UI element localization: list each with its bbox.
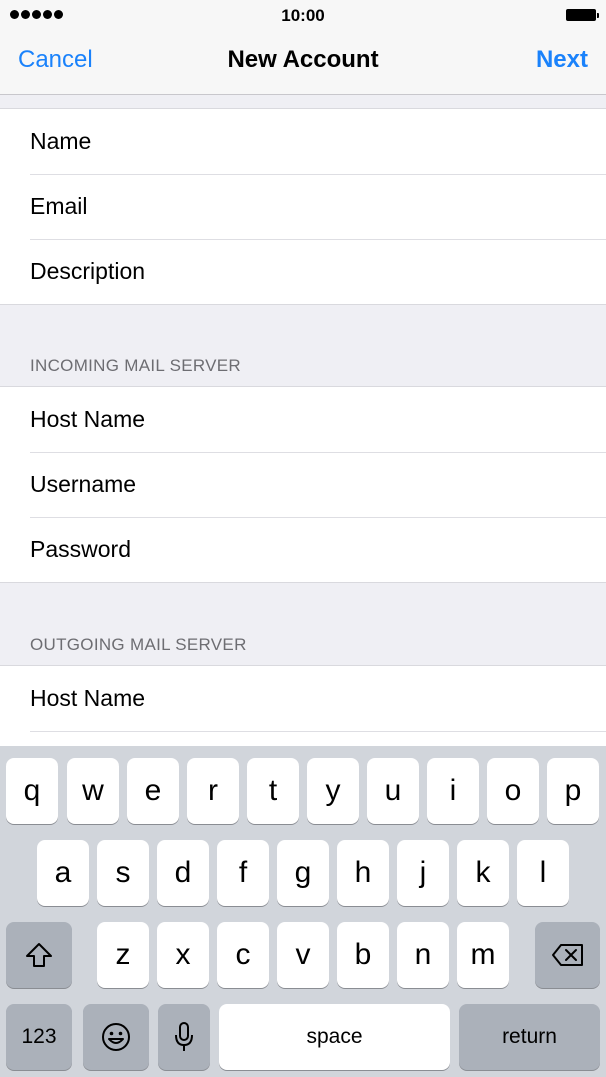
status-bar: 10:00 bbox=[0, 0, 606, 30]
delete-key[interactable] bbox=[535, 922, 600, 988]
email-field-label: Email bbox=[30, 193, 88, 219]
key-k[interactable]: k bbox=[457, 840, 509, 906]
cancel-button[interactable]: Cancel bbox=[18, 46, 93, 74]
outgoing-server-header: OUTGOING MAIL SERVER bbox=[30, 635, 247, 654]
status-time: 10:00 bbox=[281, 6, 325, 25]
dictation-key[interactable] bbox=[158, 1004, 210, 1070]
navigation-bar: Cancel New Account Next bbox=[0, 30, 606, 95]
key-l[interactable]: l bbox=[517, 840, 569, 906]
key-c[interactable]: c bbox=[217, 922, 269, 988]
incoming-server-header: INCOMING MAIL SERVER bbox=[30, 356, 241, 375]
description-field[interactable]: Description bbox=[0, 239, 606, 304]
key-d[interactable]: d bbox=[157, 840, 209, 906]
key-v[interactable]: v bbox=[277, 922, 329, 988]
key-m[interactable]: m bbox=[457, 922, 509, 988]
key-p[interactable]: p bbox=[547, 758, 599, 824]
incoming-username-label: Username bbox=[30, 471, 137, 497]
numbers-key[interactable]: 123 bbox=[6, 1004, 72, 1070]
description-field-label: Description bbox=[30, 258, 146, 284]
keyboard: q w e r t y u i o p a s d f g h j k l z … bbox=[0, 746, 606, 1077]
incoming-host-name-label: Host Name bbox=[30, 406, 146, 432]
name-field[interactable]: Name bbox=[0, 109, 606, 174]
shift-key[interactable] bbox=[6, 922, 72, 988]
key-o[interactable]: o bbox=[487, 758, 539, 824]
key-n[interactable]: n bbox=[397, 922, 449, 988]
key-s[interactable]: s bbox=[97, 840, 149, 906]
microphone-icon bbox=[175, 1022, 193, 1051]
space-key[interactable]: space bbox=[219, 1004, 450, 1070]
incoming-password-field[interactable]: Password bbox=[0, 517, 606, 582]
key-t[interactable]: t bbox=[247, 758, 299, 824]
key-j[interactable]: j bbox=[397, 840, 449, 906]
key-b[interactable]: b bbox=[337, 922, 389, 988]
incoming-password-label: Password bbox=[30, 536, 131, 562]
key-a[interactable]: a bbox=[37, 840, 89, 906]
next-button[interactable]: Next bbox=[536, 46, 588, 74]
outgoing-server-group: Host Name bbox=[0, 665, 606, 747]
outgoing-host-name-label: Host Name bbox=[30, 685, 146, 711]
name-field-label: Name bbox=[30, 128, 92, 154]
return-key[interactable]: return bbox=[459, 1004, 600, 1070]
key-w[interactable]: w bbox=[67, 758, 119, 824]
emoji-icon bbox=[102, 1023, 130, 1051]
key-r[interactable]: r bbox=[187, 758, 239, 824]
incoming-username-field[interactable]: Username bbox=[0, 452, 606, 517]
shift-icon bbox=[26, 943, 52, 967]
incoming-server-group: Host Name Username Password bbox=[0, 386, 606, 583]
email-field[interactable]: Email bbox=[0, 174, 606, 239]
incoming-host-name-field[interactable]: Host Name bbox=[0, 387, 606, 452]
backspace-icon bbox=[551, 944, 583, 966]
key-h[interactable]: h bbox=[337, 840, 389, 906]
key-u[interactable]: u bbox=[367, 758, 419, 824]
key-f[interactable]: f bbox=[217, 840, 269, 906]
key-x[interactable]: x bbox=[157, 922, 209, 988]
key-g[interactable]: g bbox=[277, 840, 329, 906]
outgoing-host-name-field[interactable]: Host Name bbox=[0, 666, 606, 731]
key-i[interactable]: i bbox=[427, 758, 479, 824]
emoji-key[interactable] bbox=[83, 1004, 149, 1070]
battery-icon bbox=[566, 9, 599, 21]
key-e[interactable]: e bbox=[127, 758, 179, 824]
key-q[interactable]: q bbox=[6, 758, 58, 824]
outgoing-next-row bbox=[0, 731, 606, 747]
key-y[interactable]: y bbox=[307, 758, 359, 824]
account-info-group: Name Email Description bbox=[0, 108, 606, 305]
key-z[interactable]: z bbox=[97, 922, 149, 988]
